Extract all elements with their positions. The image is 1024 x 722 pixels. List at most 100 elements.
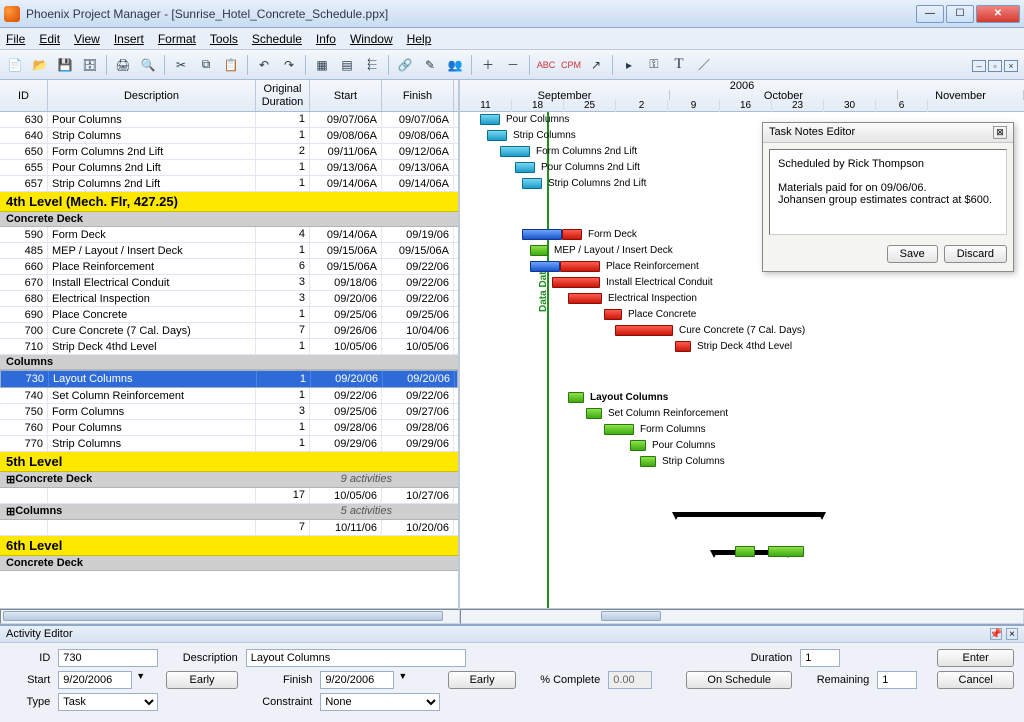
arrow-icon[interactable]: ↗ (585, 54, 607, 76)
menu-help[interactable]: Help (407, 32, 432, 46)
gantt-bar[interactable] (568, 392, 584, 403)
editor-desc-input[interactable] (246, 649, 466, 667)
table-row[interactable]: 740Set Column Reinforcement109/22/0609/2… (0, 388, 458, 404)
grid-icon[interactable]: ▦ (311, 54, 333, 76)
undo-icon[interactable]: ↶ (253, 54, 275, 76)
gantt-bar[interactable] (530, 245, 548, 256)
notes-close-icon[interactable]: ⊠ (993, 126, 1007, 139)
editor-cancel-button[interactable]: Cancel (937, 671, 1014, 689)
editor-remaining-input[interactable] (877, 671, 917, 689)
gantt-bar[interactable] (768, 546, 804, 557)
notes-discard-button[interactable]: Discard (944, 245, 1007, 263)
mdi-close[interactable]: × (1004, 60, 1018, 72)
mdi-minimize[interactable]: – (972, 60, 986, 72)
gantt-bar[interactable] (568, 293, 602, 304)
editor-start-input[interactable] (58, 671, 132, 689)
editor-enter-button[interactable]: Enter (937, 649, 1014, 667)
gantt-bar[interactable] (487, 130, 507, 141)
resources-icon[interactable]: 👥 (444, 54, 466, 76)
table-row[interactable]: 660Place Reinforcement609/15/06A09/22/06 (0, 259, 458, 275)
menu-format[interactable]: Format (158, 32, 196, 46)
gantt-bar[interactable] (552, 277, 600, 288)
table-row[interactable]: 485MEP / Layout / Insert Deck109/15/06A0… (0, 243, 458, 259)
gantt-bar[interactable] (522, 178, 542, 189)
gantt-bar[interactable] (562, 229, 582, 240)
group-header[interactable]: Concrete Deck (0, 556, 458, 571)
link-icon[interactable]: 🔗 (394, 54, 416, 76)
col-id[interactable]: ID (0, 80, 48, 111)
pointer-icon[interactable]: ▸ (618, 54, 640, 76)
redo-icon[interactable]: ↷ (278, 54, 300, 76)
line-icon[interactable]: ／ (693, 54, 715, 76)
menu-edit[interactable]: Edit (39, 32, 60, 46)
table-row[interactable]: 750Form Columns309/25/0609/27/06 (0, 404, 458, 420)
gantt-bar[interactable] (500, 146, 530, 157)
network-icon[interactable]: ⬱ (361, 54, 383, 76)
table-row[interactable]: 655Pour Columns 2nd Lift109/13/06A09/13/… (0, 160, 458, 176)
menu-insert[interactable]: Insert (114, 32, 144, 46)
gantt-bar[interactable] (675, 341, 691, 352)
menu-view[interactable]: View (74, 32, 100, 46)
preview-icon[interactable]: 🔍 (137, 54, 159, 76)
gantt-bar[interactable] (522, 229, 562, 240)
editor-pin-icon[interactable]: 📌 (990, 628, 1002, 640)
editor-start-early-button[interactable]: Early (166, 671, 237, 689)
key-icon[interactable]: ⚿ (643, 54, 665, 76)
save-icon[interactable]: 💾 (54, 54, 76, 76)
paste-icon[interactable]: 📋 (220, 54, 242, 76)
zoomout-icon[interactable]: － (502, 54, 524, 76)
editor-finish-input[interactable] (320, 671, 394, 689)
saveall-icon[interactable]: 🗄 (79, 54, 101, 76)
editor-close-icon[interactable]: × (1006, 628, 1018, 640)
group-header[interactable]: ⊞ Concrete Deck9 activities (0, 472, 458, 488)
gantt-icon[interactable]: ▤ (336, 54, 358, 76)
gantt-bar[interactable] (630, 440, 646, 451)
cpm-icon[interactable]: CPM (560, 54, 582, 76)
gantt-bar[interactable] (615, 325, 673, 336)
gantt-bar[interactable] (604, 309, 622, 320)
print-icon[interactable]: 🖨 (112, 54, 134, 76)
open-icon[interactable]: 📂 (29, 54, 51, 76)
table-row[interactable]: 710Strip Deck 4thd Level110/05/0610/05/0… (0, 339, 458, 355)
gantt-scrollbar[interactable] (0, 608, 1024, 624)
gantt-bar[interactable] (735, 546, 755, 557)
editor-id-input[interactable] (58, 649, 158, 667)
table-row[interactable]: 670Install Electrical Conduit309/18/0609… (0, 275, 458, 291)
gantt-bar[interactable] (480, 114, 500, 125)
level-header[interactable]: 6th Level (0, 536, 458, 556)
zoomin-icon[interactable]: ＋ (477, 54, 499, 76)
level-header[interactable]: 5th Level (0, 452, 458, 472)
table-row[interactable]: 590Form Deck409/14/06A09/19/06 (0, 227, 458, 243)
menu-file[interactable]: File (6, 32, 25, 46)
table-row[interactable]: 630Pour Columns109/07/06A09/07/06A (0, 112, 458, 128)
table-row[interactable]: 700Cure Concrete (7 Cal. Days)709/26/061… (0, 323, 458, 339)
editor-duration-input[interactable] (800, 649, 840, 667)
gantt-bar[interactable] (530, 261, 560, 272)
table-row[interactable]: 650Form Columns 2nd Lift209/11/06A09/12/… (0, 144, 458, 160)
abc-icon[interactable]: ABC (535, 54, 557, 76)
editor-finish-early-button[interactable]: Early (448, 671, 516, 689)
level-header[interactable]: 4th Level (Mech. Flr, 427.25) (0, 192, 458, 212)
task-notes-editor[interactable]: Task Notes Editor ⊠ Scheduled by Rick Th… (762, 122, 1014, 272)
table-row[interactable]: 640Strip Columns109/08/06A09/08/06A (0, 128, 458, 144)
gantt-bar[interactable] (640, 456, 656, 467)
grid-body[interactable]: 630Pour Columns109/07/06A09/07/06A640Str… (0, 112, 458, 608)
edit-icon[interactable]: ✎ (419, 54, 441, 76)
table-row[interactable]: 770Strip Columns109/29/0609/29/06 (0, 436, 458, 452)
notes-save-button[interactable]: Save (887, 245, 938, 263)
table-row[interactable]: 680Electrical Inspection309/20/0609/22/0… (0, 291, 458, 307)
menu-schedule[interactable]: Schedule (252, 32, 302, 46)
group-header[interactable]: Columns (0, 355, 458, 370)
menu-info[interactable]: Info (316, 32, 336, 46)
cut-icon[interactable]: ✂ (170, 54, 192, 76)
editor-onschedule-button[interactable]: On Schedule (686, 671, 792, 689)
col-duration[interactable]: Original Duration (256, 80, 310, 111)
menu-tools[interactable]: Tools (210, 32, 238, 46)
editor-type-select[interactable]: Task (58, 693, 158, 711)
editor-constraint-select[interactable]: None (320, 693, 440, 711)
col-start[interactable]: Start (310, 80, 382, 111)
copy-icon[interactable]: ⧉ (195, 54, 217, 76)
window-maximize-button[interactable]: ☐ (946, 5, 974, 23)
table-row[interactable]: 730Layout Columns109/20/0609/20/06 (0, 370, 458, 388)
col-finish[interactable]: Finish (382, 80, 454, 111)
